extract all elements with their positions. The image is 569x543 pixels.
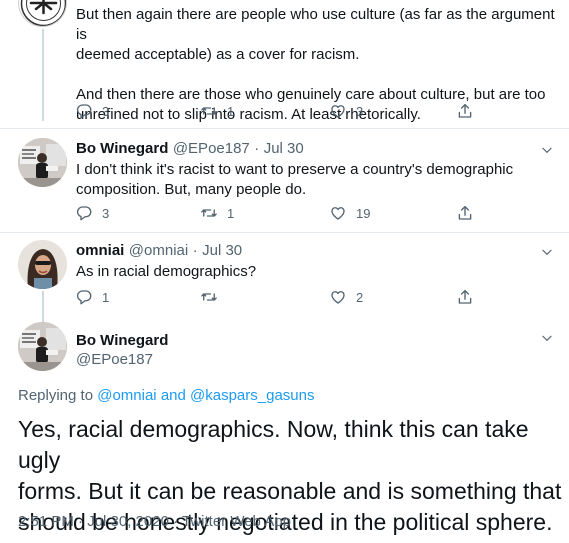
reply-count: 1 [102,289,110,305]
dot-separator: · [192,242,198,259]
display-name[interactable]: Bo Winegard [76,332,168,349]
mention-link[interactable]: @kaspars_gasuns [190,387,314,404]
reply-icon [75,288,93,306]
text-line: forms. But it can be reasonable and is s… [18,478,562,504]
avatar[interactable] [18,138,67,187]
heart-icon [329,102,347,120]
thread-line [42,291,44,322]
tweet-timestamp[interactable]: 2:51 PM · Jul 30, 2020 · Twitter Web App [18,513,291,530]
avatar[interactable] [18,240,67,289]
display-name[interactable]: omniai [76,242,124,259]
text-line: deemed acceptable) as a cover for racism… [76,46,360,63]
retweet-icon [200,288,218,306]
retweet-button[interactable] [200,288,218,306]
text-line: Yes, racial demographics. Now, think thi… [18,416,529,473]
reply-count: 3 [102,103,110,119]
replying-prefix: Replying to [18,387,94,404]
profile-photo [18,322,67,371]
thread-line [42,29,44,121]
retweet-button[interactable]: 1 [200,204,234,222]
text-line: And then there are those who genuinely c… [76,86,546,103]
text-line: As in racial demographics? [76,263,257,280]
text-line: unrefined not to slip into racism. At le… [76,106,421,123]
share-icon [456,204,474,222]
chevron-down-icon[interactable] [540,245,554,259]
like-button[interactable]: 19 [329,204,370,222]
like-button[interactable]: 3 [329,102,363,120]
heart-icon [329,204,347,222]
share-icon [456,102,474,120]
tweet-text: As in racial demographics? [76,262,256,282]
user-handle[interactable]: @EPoe187 [76,351,153,368]
display-name[interactable]: Bo Winegard [76,140,168,157]
reply-count: 3 [102,205,110,221]
chevron-down-icon[interactable] [540,143,554,157]
text-line: But then again there are people who use … [76,6,555,43]
like-button[interactable]: 2 [329,288,363,306]
share-icon [456,288,474,306]
chevron-down-icon[interactable] [540,331,554,345]
reply-button[interactable]: 1 [75,288,109,306]
tweet-text: But then again there are people who use … [76,5,566,125]
avatar[interactable] [18,0,67,27]
text-line: composition. But, many people do. [76,181,307,198]
tweet-header: Bo Winegard @EPoe187 · Jul 30 [76,140,304,158]
retweet-count: 1 [227,103,235,119]
tweet-header: omniai @omniai · Jul 30 [76,242,242,260]
retweet-icon [200,204,218,222]
retweet-button[interactable]: 1 [200,102,234,120]
profile-photo [18,240,67,289]
user-handle[interactable]: @omniai [129,242,188,259]
like-count: 2 [356,289,364,305]
reply-icon [75,204,93,222]
like-count: 3 [356,103,364,119]
reply-button[interactable]: 3 [75,204,109,222]
divider [0,128,569,129]
avatar[interactable] [18,322,67,371]
retweet-count: 1 [227,205,235,221]
heart-icon [329,288,347,306]
dot-separator: · [254,140,260,157]
tweet-date[interactable]: Jul 30 [264,140,304,157]
like-count: 19 [356,205,371,221]
retweet-icon [200,102,218,120]
reply-button[interactable]: 3 [75,102,109,120]
text-line: I don't think it's racist to want to pre… [76,161,514,178]
reply-icon [75,102,93,120]
tweet-text: I don't think it's racist to want to pre… [76,160,556,200]
replying-to: Replying to @omniai and @kaspars_gasuns [18,387,314,404]
mention-and: and [160,387,186,404]
share-button[interactable] [456,204,474,222]
mention-link[interactable]: @omniai [97,387,156,404]
text-line [76,65,566,85]
profile-photo [18,138,67,187]
tweet-date[interactable]: Jul 30 [202,242,242,259]
user-handle[interactable]: @EPoe187 [173,140,250,157]
share-button[interactable] [456,102,474,120]
share-button[interactable] [456,288,474,306]
divider [0,232,569,233]
seal-logo [20,0,66,26]
